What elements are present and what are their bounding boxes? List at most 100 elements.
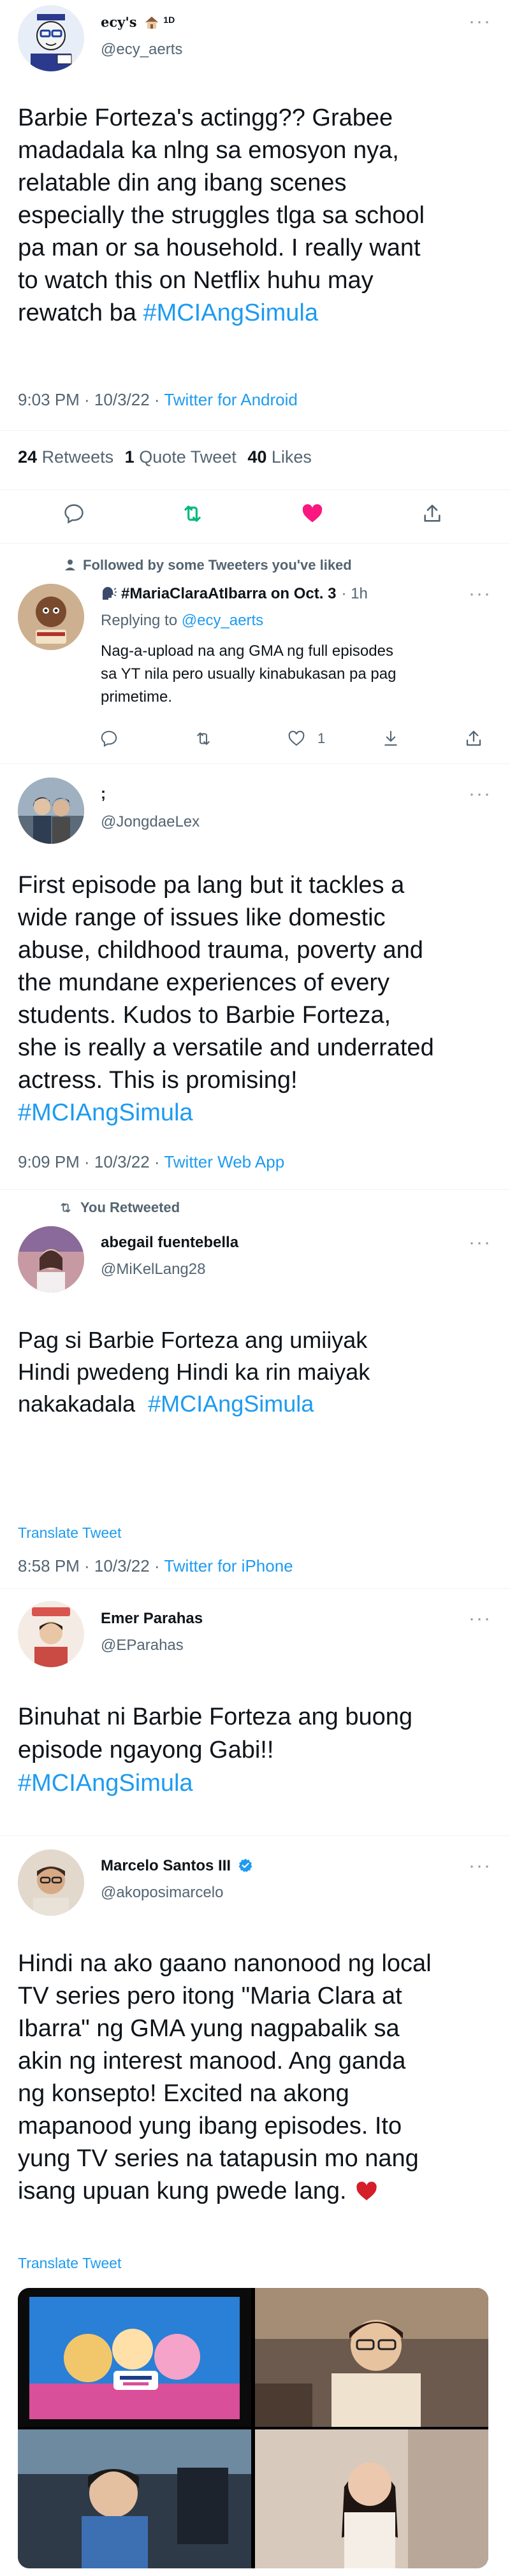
reply-button[interactable]: [61, 501, 87, 526]
hashtag-link[interactable]: #MCIAngSimula: [18, 1097, 502, 1129]
display-name[interactable]: abegail fuentebella: [101, 1234, 238, 1252]
retweet-button[interactable]: [193, 728, 214, 749]
share-button[interactable]: [463, 728, 484, 749]
avatar-photo: [18, 778, 84, 844]
timestamp-text[interactable]: 9:03 PM · 10/3/22 ·: [18, 390, 164, 409]
timestamp-text[interactable]: 8:58 PM · 10/3/22 ·: [18, 1556, 164, 1575]
display-name-suffix: 1D: [163, 15, 175, 25]
reply-icon: [64, 504, 84, 524]
tweet-text-line: mapanood yung ibang episodes. Ito: [18, 2113, 402, 2139]
share-icon: [466, 730, 481, 746]
tv-scene-image: [255, 2429, 488, 2568]
hashtag-link[interactable]: #MCIAngSimula: [18, 1767, 502, 1800]
more-options-icon[interactable]: ···: [469, 584, 492, 604]
more-options-icon[interactable]: ···: [469, 1233, 492, 1252]
handle[interactable]: @EParahas: [101, 1637, 184, 1654]
client-link[interactable]: Twitter for iPhone: [164, 1556, 293, 1575]
avatar-photo: [18, 1601, 84, 1667]
tweet-text: Pag si Barbie Forteza ang umiiyak Hindi …: [18, 1324, 502, 1420]
tweet-text-line: relatable din ang ibang scenes: [18, 170, 347, 196]
quotes-label[interactable]: Quote Tweet: [139, 447, 237, 467]
reply-icon: [101, 730, 117, 747]
avatar[interactable]: [18, 1226, 84, 1292]
like-button[interactable]: [286, 728, 307, 749]
download-icon: [384, 730, 397, 746]
tweet-text-line: the mundane experiences of every: [18, 969, 390, 996]
social-context: You Retweeted: [57, 1199, 180, 1216]
retweet-icon: [184, 505, 201, 522]
more-options-icon[interactable]: ···: [469, 1856, 492, 1876]
replying-to-handle[interactable]: @ecy_aerts: [182, 612, 263, 629]
tweet-text-line: Hindi pwedeng Hindi ka rin maiyak: [18, 1359, 370, 1385]
handle[interactable]: @akoposimarcelo: [101, 1884, 223, 1902]
tweet-text-line: Binuhat ni Barbie Forteza ang buong: [18, 1704, 412, 1730]
engagement-stats: 24 Retweets 1 Quote Tweet 40 Likes: [18, 447, 312, 467]
hashtag-link[interactable]: #MCIAngSimula: [148, 1391, 314, 1417]
timestamp-text[interactable]: 9:09 PM · 10/3/22 ·: [18, 1152, 164, 1171]
media-image[interactable]: [18, 2429, 251, 2568]
more-options-icon[interactable]: ···: [469, 1609, 492, 1628]
tweet-text-line: primetime.: [101, 688, 173, 706]
tweet-text-line: wide range of issues like domestic: [18, 904, 386, 931]
avatar[interactable]: [18, 584, 84, 650]
media-image[interactable]: [255, 2288, 488, 2427]
tweet-text-line: especially the struggles tlga sa school: [18, 202, 425, 229]
retweet-icon: [57, 1201, 74, 1215]
social-context-text: Followed by some Tweeters you've liked: [83, 557, 352, 573]
like-count[interactable]: 1: [317, 730, 325, 747]
time-ago[interactable]: · 1h: [341, 585, 367, 602]
avatar[interactable]: [18, 778, 84, 844]
likes-count[interactable]: 40: [247, 447, 266, 467]
media-image[interactable]: [255, 2429, 488, 2568]
tweet-text-line: abuse, childhood trauma, poverty and: [18, 937, 423, 964]
handle[interactable]: @ecy_aerts: [101, 41, 182, 59]
tweet-text: Nag-a-upload na ang GMA ng full episodes…: [101, 640, 496, 709]
download-button[interactable]: [380, 728, 402, 749]
display-name[interactable]: #MariaClaraAtIbarra on Oct. 3: [121, 585, 336, 602]
client-link[interactable]: Twitter Web App: [164, 1152, 284, 1171]
tweet-text-line: to watch this on Netflix huhu may: [18, 267, 374, 294]
more-options-icon[interactable]: ···: [469, 785, 492, 804]
tweet-text-line: rewatch ba #MCIAngSimula: [18, 297, 502, 329]
translate-tweet-link[interactable]: Translate Tweet: [18, 1524, 121, 1542]
red-heart-emoji-icon: [354, 2178, 379, 2201]
avatar[interactable]: [18, 1849, 84, 1916]
like-button[interactable]: [300, 501, 325, 526]
more-options-icon[interactable]: ···: [469, 12, 492, 31]
avatar[interactable]: [18, 5, 84, 71]
retweets-label[interactable]: Retweets: [42, 447, 114, 467]
tweet-text: Hindi na ako gaano nanonood ng local TV …: [18, 1948, 502, 2208]
retweet-icon: [197, 732, 210, 745]
retweets-count[interactable]: 24: [18, 447, 37, 467]
quotes-count[interactable]: 1: [125, 447, 135, 467]
display-name[interactable]: ecy's: [101, 14, 137, 30]
handle[interactable]: @JongdaeLex: [101, 813, 200, 831]
tweet-text-segment: rewatch ba: [18, 300, 143, 326]
reply-button[interactable]: [98, 728, 120, 749]
avatar-photo: [18, 1226, 84, 1292]
social-context-text: You Retweeted: [80, 1199, 180, 1215]
tweet-text-line: madadala ka nlng sa emosyon nya,: [18, 137, 399, 164]
share-button[interactable]: [419, 501, 445, 526]
avatar[interactable]: [18, 1601, 84, 1667]
tweet-timestamp: 9:09 PM · 10/3/22 · Twitter Web App: [18, 1152, 284, 1172]
likes-label[interactable]: Likes: [272, 447, 312, 467]
display-name[interactable]: Emer Parahas: [101, 1610, 203, 1628]
client-link[interactable]: Twitter for Android: [164, 390, 298, 409]
tweet-text: First episode pa lang but it tackles a w…: [18, 869, 502, 1129]
retweet-button[interactable]: [180, 501, 205, 526]
display-name[interactable]: Marcelo Santos III: [101, 1857, 231, 1874]
handle[interactable]: @MiKelLang28: [101, 1261, 205, 1278]
hashtag-link[interactable]: #MCIAngSimula: [143, 300, 318, 326]
avatar-photo: [18, 1849, 84, 1916]
media-image[interactable]: [18, 2288, 251, 2427]
replying-to-label: Replying to: [101, 612, 182, 629]
tweet-text-line: Nag-a-upload na ang GMA ng full episodes: [101, 642, 393, 660]
translate-tweet-link[interactable]: Translate Tweet: [18, 2255, 121, 2272]
tweet-text-line: TV series pero itong "Maria Clara at: [18, 1983, 402, 2009]
display-name[interactable]: ;: [101, 785, 106, 803]
avatar-illustration: [18, 584, 84, 650]
speaking-head-icon: [101, 586, 117, 601]
tweet-text-line: yung TV series na tatapusin mo nang: [18, 2145, 419, 2172]
tweet-text-line: sa YT nila pero usually kinabukasan pa p…: [101, 665, 397, 683]
